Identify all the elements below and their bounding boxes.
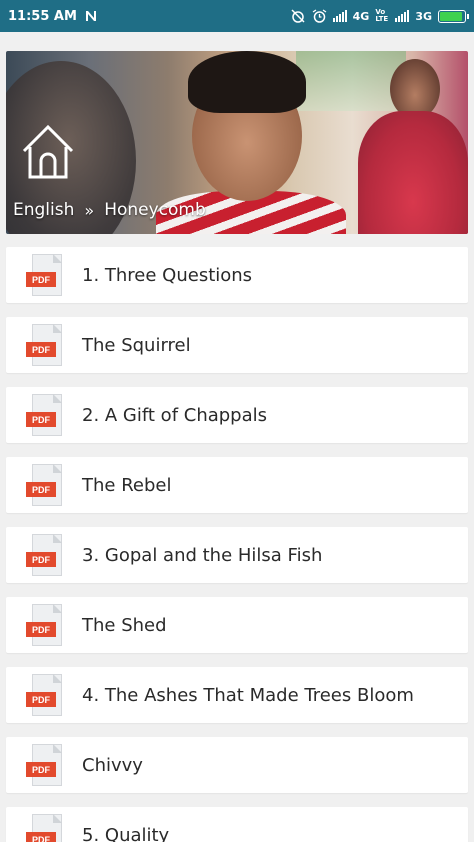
list-item[interactable]: PDF 2. A Gift of Chappals xyxy=(6,387,468,443)
list-item[interactable]: PDF 1. Three Questions xyxy=(6,247,468,303)
item-title: 5. Quality xyxy=(82,824,170,842)
list-item[interactable]: PDF 5. Quality xyxy=(6,807,468,842)
pdf-icon: PDF xyxy=(24,602,66,648)
pdf-icon: PDF xyxy=(24,462,66,508)
alarm-clock-icon xyxy=(312,9,326,23)
item-title: 3. Gopal and the Hilsa Fish xyxy=(82,544,323,566)
pdf-icon: PDF xyxy=(24,252,66,298)
item-title: 4. The Ashes That Made Trees Bloom xyxy=(82,684,414,706)
breadcrumb-english[interactable]: English xyxy=(13,200,74,220)
item-title: 2. A Gift of Chappals xyxy=(82,404,268,426)
pdf-icon: PDF xyxy=(24,812,66,842)
list-item[interactable]: PDF The Shed xyxy=(6,597,468,653)
signal-2-icon xyxy=(395,10,410,22)
notification-n-icon xyxy=(85,11,96,21)
battery-icon xyxy=(438,9,469,23)
list-item[interactable]: PDF 3. Gopal and the Hilsa Fish xyxy=(6,527,468,583)
pdf-icon: PDF xyxy=(24,672,66,718)
alarm-off-icon xyxy=(291,9,305,23)
home-icon[interactable] xyxy=(20,123,76,181)
banner-boy-hair xyxy=(188,51,306,113)
pdf-icon: PDF xyxy=(24,532,66,578)
breadcrumb: English » Honeycomb xyxy=(13,200,206,220)
network-3g-label: 3G xyxy=(415,9,432,23)
list-item[interactable]: PDF The Squirrel xyxy=(6,317,468,373)
volte-label: Vo LTE xyxy=(375,8,389,23)
item-title: The Shed xyxy=(82,614,167,636)
network-4g-label: 4G xyxy=(352,9,370,23)
breadcrumb-honeycomb[interactable]: Honeycomb xyxy=(104,200,206,220)
item-title: 1. Three Questions xyxy=(82,264,253,286)
item-title: Chivvy xyxy=(82,754,143,776)
list-item[interactable]: PDF 4. The Ashes That Made Trees Bloom xyxy=(6,667,468,723)
banner-girl xyxy=(358,111,468,234)
banner-girl-head xyxy=(390,59,440,119)
item-title: The Squirrel xyxy=(82,334,191,356)
status-time: 11:55 AM xyxy=(8,8,77,24)
header-banner: English » Honeycomb xyxy=(6,51,468,234)
pdf-icon: PDF xyxy=(24,322,66,368)
signal-icon xyxy=(332,10,347,22)
breadcrumb-separator: » xyxy=(84,200,95,220)
list-item[interactable]: PDF The Rebel xyxy=(6,457,468,513)
content: English » Honeycomb PDF 1. Three Questio… xyxy=(0,32,474,842)
pdf-icon: PDF xyxy=(24,742,66,788)
banner-window xyxy=(296,51,406,111)
item-title: The Rebel xyxy=(82,474,172,496)
status-bar: 11:55 AM 4G Vo LTE 3G xyxy=(0,0,474,32)
list-item[interactable]: PDF Chivvy xyxy=(6,737,468,793)
chapter-list: PDF 1. Three Questions PDF The Squirrel … xyxy=(6,247,468,842)
pdf-icon: PDF xyxy=(24,392,66,438)
